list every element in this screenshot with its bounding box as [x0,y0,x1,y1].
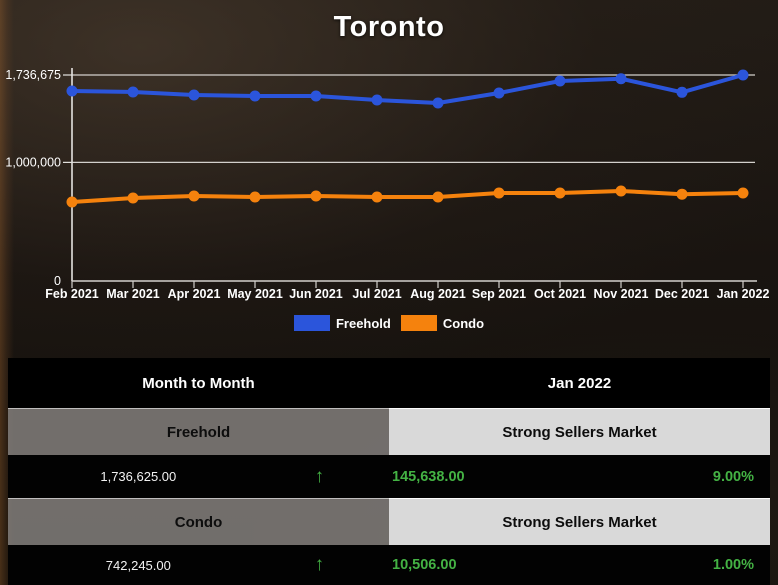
freehold-change-amount: 145,638.00 [392,468,465,485]
svg-text:Dec 2021: Dec 2021 [655,287,709,301]
svg-text:Feb 2021: Feb 2021 [45,287,99,301]
header-month-to-month: Month to Month [142,374,255,392]
summary-table: Month to Month Jan 2022 Freehold Strong … [8,358,770,585]
svg-text:1,736,675: 1,736,675 [5,68,61,82]
legend-item-freehold: Freehold [293,315,391,331]
svg-text:0: 0 [54,274,61,288]
condo-band-row: Condo Strong Sellers Market [8,498,770,545]
svg-text:Aug 2021: Aug 2021 [410,287,466,301]
price-trend-line-chart: 1,736,675 1,000,000 0Feb 2021 Mar 2021 Apr 2… [5,68,770,301]
toronto-market-dashboard: { "title": "Toronto", "colors": { "freeh… [0,0,778,585]
condo-change-amount: 10,506.00 [392,557,457,573]
freehold-band-row: Freehold Strong Sellers Market [8,408,770,455]
svg-text:1,000,000: 1,000,000 [5,155,61,169]
legend-label-freehold: Freehold [335,315,391,331]
page-title: Toronto [333,11,445,43]
legend-label-condo: Condo [442,315,485,331]
svg-text:Nov 2021: Nov 2021 [594,287,649,301]
svg-text:Apr 2021: Apr 2021 [168,287,221,301]
svg-text:Jul 2021: Jul 2021 [352,287,401,301]
up-arrow-icon: ↑ [314,554,325,575]
condo-values-row: 742,245.00 ↑ 10,506.00 1.00% [8,545,770,585]
condo-change-percent: 1.00% [712,557,754,573]
freehold-swatch-icon [293,315,330,331]
condo-swatch-icon [400,315,437,331]
svg-text:Jan 2022: Jan 2022 [717,287,770,301]
up-arrow-icon: ↑ [314,465,325,487]
svg-text:Sep 2021: Sep 2021 [472,287,526,301]
condo-segment-label: Condo [8,498,389,545]
legend-item-condo: Condo [400,315,485,331]
svg-text:May 2021: May 2021 [227,287,283,301]
chart-legend: Freehold Condo [0,305,778,341]
freehold-values-row: 1,736,625.00 ↑ 145,638.00 9.00% [8,455,770,498]
svg-text:Mar 2021: Mar 2021 [106,287,160,301]
condo-market-status: Strong Sellers Market [389,498,770,545]
freehold-change-percent: 9.00% [712,468,754,485]
svg-text:Jun 2021: Jun 2021 [289,287,343,301]
condo-current-value: 742,245.00 [105,557,171,573]
freehold-segment-label: Freehold [8,408,389,455]
summary-header-row: Month to Month Jan 2022 [8,358,770,408]
freehold-market-status: Strong Sellers Market [389,408,770,455]
svg-text:Oct 2021: Oct 2021 [534,287,586,301]
header-jan-2022: Jan 2022 [547,374,612,392]
freehold-current-value: 1,736,625.00 [100,469,177,484]
